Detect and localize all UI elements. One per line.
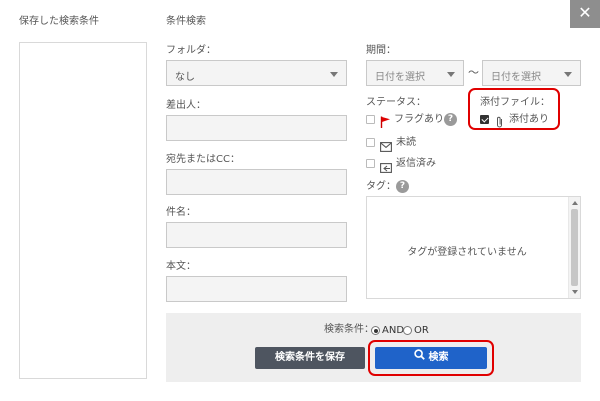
status-option-flag[interactable]: フラグあり ? xyxy=(366,113,466,128)
period-to-select[interactable]: 日付を選択 xyxy=(482,60,581,86)
flag-checkbox[interactable] xyxy=(366,115,375,124)
attachment-option-label: 添付あり xyxy=(509,114,549,125)
and-label: AND xyxy=(382,325,405,336)
recipient-label: 宛先またはCC： xyxy=(166,154,240,165)
reply-icon xyxy=(380,158,392,177)
tags-label: タグ： xyxy=(366,181,396,192)
scrollbar-thumb[interactable] xyxy=(571,209,578,286)
subject-label: 件名： xyxy=(166,207,196,218)
status-label: ステータス： xyxy=(366,97,426,108)
saved-conditions-list[interactable] xyxy=(19,42,147,379)
search-conditions-title: 条件検索 xyxy=(166,16,206,27)
and-radio[interactable] xyxy=(371,326,380,335)
folder-label: フォルダ： xyxy=(166,45,216,56)
scroll-up-icon[interactable] xyxy=(572,201,578,205)
scroll-down-icon[interactable] xyxy=(572,290,578,294)
folder-select[interactable]: なし xyxy=(166,60,347,86)
or-label: OR xyxy=(414,325,429,336)
condition-or-option[interactable]: OR xyxy=(403,324,429,336)
replied-checkbox[interactable] xyxy=(366,159,375,168)
tags-scrollbar[interactable] xyxy=(568,197,580,298)
sender-label: 差出人： xyxy=(166,100,206,111)
help-icon[interactable]: ? xyxy=(444,113,457,126)
condition-label: 検索条件： xyxy=(324,324,374,335)
help-icon[interactable]: ? xyxy=(396,180,409,193)
attachment-option[interactable]: 添付あり xyxy=(480,113,552,128)
folder-select-value: なし xyxy=(175,72,195,83)
period-to-placeholder: 日付を選択 xyxy=(491,72,541,83)
flag-option-label: フラグあり xyxy=(394,114,444,125)
search-button[interactable]: 検索 xyxy=(375,347,487,369)
chevron-down-icon xyxy=(564,72,572,77)
period-from-select[interactable]: 日付を選択 xyxy=(366,60,464,86)
replied-option-label: 返信済み xyxy=(396,158,436,169)
tags-list[interactable]: タグが登録されていません xyxy=(366,196,581,299)
chevron-down-icon xyxy=(447,72,455,77)
period-label: 期間： xyxy=(366,45,396,56)
search-button-label: 検索 xyxy=(428,352,449,363)
period-from-placeholder: 日付を選択 xyxy=(375,72,425,83)
status-option-replied[interactable]: 返信済み xyxy=(366,157,456,173)
unread-checkbox[interactable] xyxy=(366,138,375,147)
saved-conditions-title: 保存した検索条件 xyxy=(19,16,99,27)
envelope-icon xyxy=(380,137,392,156)
subject-input[interactable] xyxy=(166,222,347,248)
search-icon xyxy=(413,347,425,369)
status-option-unread[interactable]: 未読 xyxy=(366,136,446,152)
flag-icon xyxy=(380,113,391,132)
paperclip-icon xyxy=(495,113,504,132)
body-label: 本文： xyxy=(166,261,196,272)
save-conditions-button[interactable]: 検索条件を保存 xyxy=(255,347,365,369)
unread-option-label: 未読 xyxy=(396,137,416,148)
period-separator: 〜 xyxy=(468,66,479,79)
tags-empty-message: タグが登録されていません xyxy=(407,247,527,258)
attachment-checkbox[interactable] xyxy=(480,115,489,124)
condition-and-option[interactable]: AND xyxy=(371,324,407,336)
sender-input[interactable] xyxy=(166,115,347,141)
or-radio[interactable] xyxy=(403,326,412,335)
body-input[interactable] xyxy=(166,276,347,302)
recipient-input[interactable] xyxy=(166,169,347,195)
chevron-down-icon xyxy=(330,72,338,77)
attachment-label: 添付ファイル： xyxy=(480,97,550,108)
close-button[interactable]: ✕ xyxy=(570,0,600,28)
